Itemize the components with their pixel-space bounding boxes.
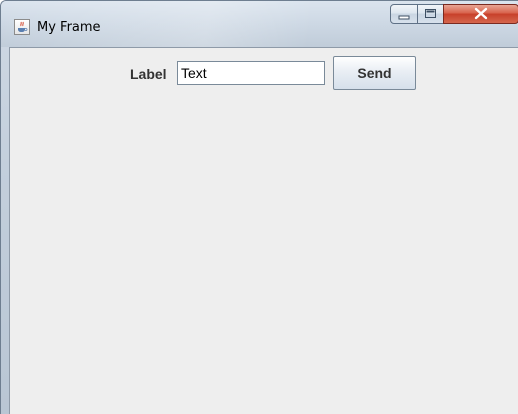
title-bar[interactable]: My Frame bbox=[1, 1, 518, 47]
close-icon bbox=[474, 7, 488, 20]
maximize-icon bbox=[425, 9, 436, 18]
window-title: My Frame bbox=[37, 20, 101, 35]
app-window: My Frame Label Send bbox=[0, 0, 518, 414]
caption-buttons bbox=[390, 4, 518, 25]
close-button[interactable] bbox=[443, 4, 518, 24]
minimize-button[interactable] bbox=[390, 4, 418, 24]
send-button[interactable]: Send bbox=[333, 56, 416, 90]
text-input[interactable] bbox=[177, 61, 325, 85]
maximize-button[interactable] bbox=[417, 4, 444, 24]
content-pane: Label Send bbox=[9, 47, 518, 414]
field-label: Label bbox=[130, 66, 167, 82]
java-cup-icon[interactable] bbox=[14, 19, 30, 35]
minimize-icon bbox=[398, 15, 410, 20]
